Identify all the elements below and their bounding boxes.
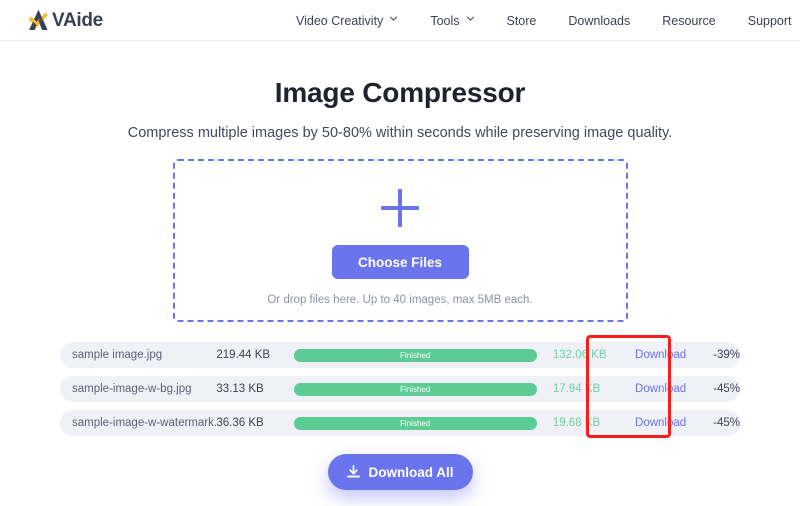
progress-status-label: Finished (400, 384, 431, 394)
progress-bar: Finished (293, 382, 537, 396)
nav-item-label: Video Creativity (296, 13, 384, 28)
plus-icon (379, 187, 421, 229)
page-subtitle: Compress multiple images by 50-80% withi… (127, 125, 673, 141)
download-link[interactable]: Download (618, 417, 703, 429)
download-icon (346, 465, 360, 478)
dropzone-hint: Or drop files here. Up to 40 images, max… (267, 294, 533, 306)
nav-item-label: Store (506, 13, 537, 28)
file-original-size: 36.36 KB (216, 417, 264, 429)
vaide-logo-icon (28, 10, 48, 30)
nav-item-resource[interactable]: Resource (646, 0, 732, 41)
download-link[interactable]: Download (618, 383, 703, 395)
nav-item-label: Support (747, 13, 792, 28)
main-navigation: Video Creativity Tools Store Downloads R… (296, 0, 800, 41)
progress-bar: Finished (293, 348, 537, 362)
reduction-percent: -39% (713, 349, 740, 361)
dropzone-container: Choose Files Or drop files here. Up to 4… (0, 159, 800, 322)
download-all-container: Download All (0, 454, 800, 490)
brand-name: VAide (52, 9, 103, 31)
file-original-size: 33.13 KB (216, 383, 264, 395)
progress-bar: Finished (293, 416, 537, 430)
table-row: sample image.jpg 219.44 KB Finished 132.… (60, 342, 740, 368)
progress-status-label: Finished (400, 418, 431, 428)
file-dropzone[interactable]: Choose Files Or drop files here. Up to 4… (172, 159, 628, 322)
reduction-percent: -45% (713, 383, 740, 395)
nav-item-label: Resource (662, 13, 716, 28)
nav-item-label: Downloads (568, 13, 631, 28)
nav-item-downloads[interactable]: Downloads (552, 0, 646, 41)
download-all-label: Download All (368, 464, 454, 480)
choose-files-button[interactable]: Choose Files (331, 245, 469, 279)
nav-item-support[interactable]: Support (732, 0, 800, 41)
reduction-percent: -45% (713, 417, 740, 429)
file-compressed-size: 17.94 KB (552, 383, 601, 395)
table-row: sample-image-w-bg.jpg 33.13 KB Finished … (60, 376, 740, 402)
table-row: sample-image-w-watermark.jpg 36.36 KB Fi… (60, 410, 740, 436)
file-compressed-size: 19.68 KB (552, 417, 601, 429)
nav-item-label: Tools (430, 13, 460, 28)
file-name: sample image.jpg (72, 349, 163, 361)
file-name: sample-image-w-watermark.jpg (72, 417, 217, 429)
nav-item-store[interactable]: Store (491, 0, 553, 41)
download-all-button[interactable]: Download All (327, 454, 473, 490)
file-compressed-size: 132.06 KB (552, 349, 607, 361)
file-list: sample image.jpg 219.44 KB Finished 132.… (0, 342, 800, 436)
brand-logo[interactable]: VAide (28, 9, 103, 31)
download-link[interactable]: Download (618, 349, 703, 361)
progress-status-label: Finished (400, 350, 431, 360)
page-title: Image Compressor (274, 77, 526, 108)
nav-item-video-creativity[interactable]: Video Creativity (296, 0, 414, 41)
chevron-down-icon (389, 14, 398, 23)
file-name: sample-image-w-bg.jpg (72, 383, 192, 395)
nav-item-tools[interactable]: Tools (414, 0, 490, 41)
site-header: VAide Video Creativity Tools Store Downl… (0, 0, 800, 41)
chevron-down-icon (466, 14, 475, 23)
file-original-size: 219.44 KB (216, 349, 271, 361)
hero-section: Image Compressor Compress multiple image… (0, 41, 800, 141)
